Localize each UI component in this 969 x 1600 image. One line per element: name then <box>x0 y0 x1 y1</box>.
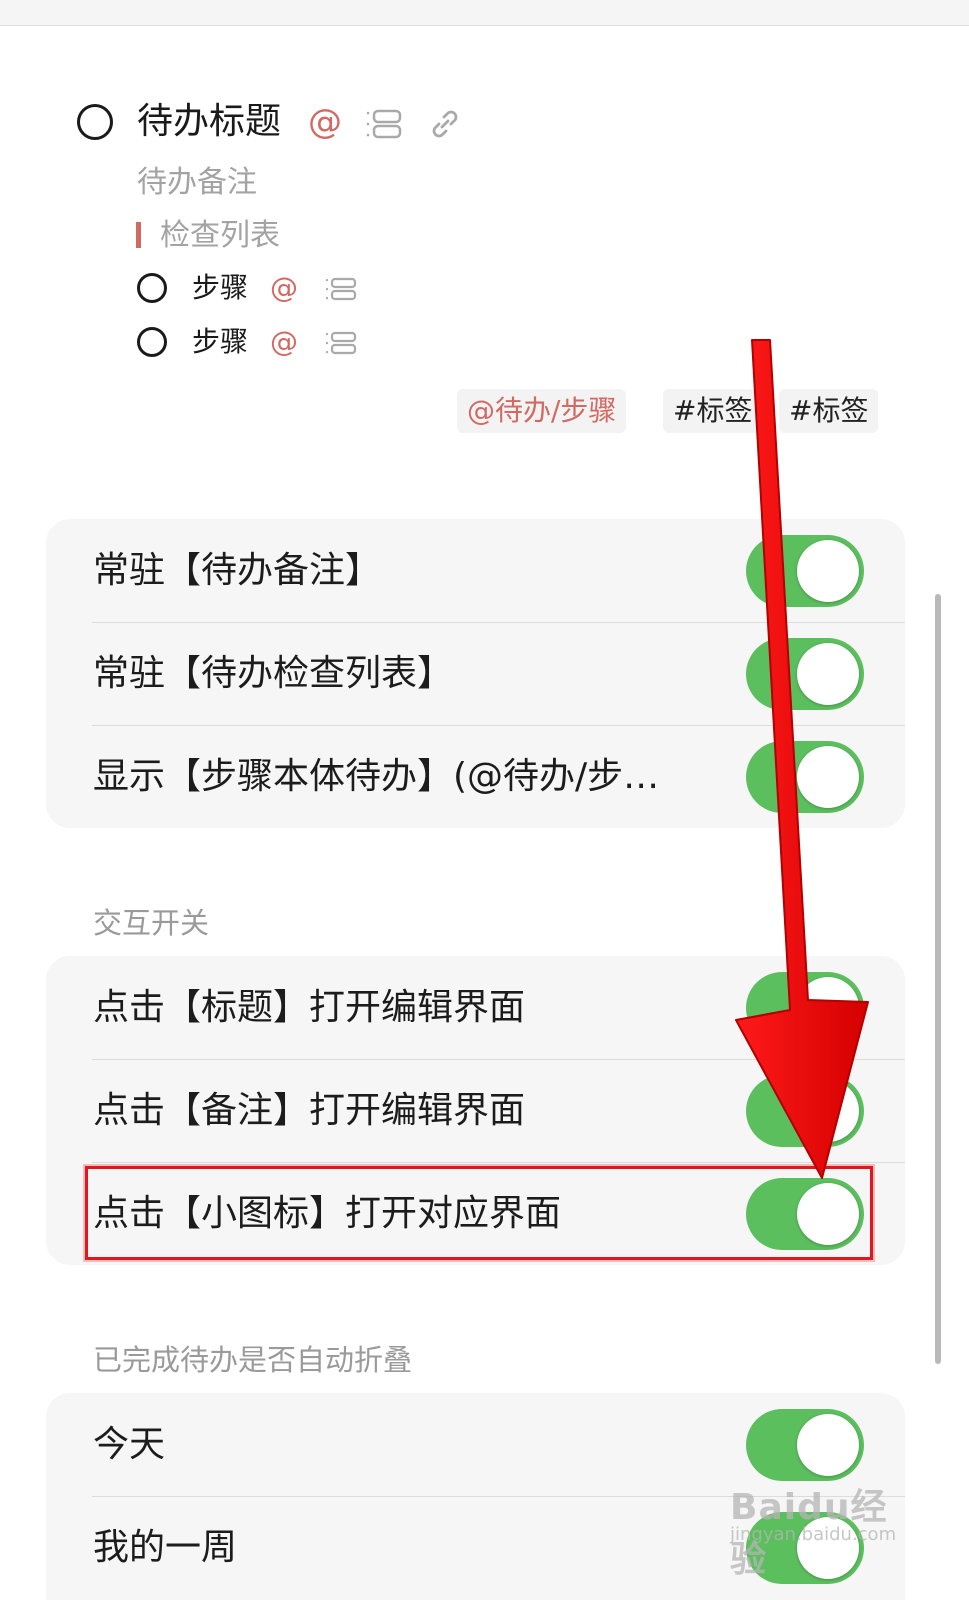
setting-label: 显示【步骤本体待办】(@待办/步… <box>93 756 660 797</box>
toggle-switch[interactable] <box>746 1075 864 1147</box>
setting-label: 点击【小图标】打开对应界面 <box>93 1193 562 1234</box>
setting-row[interactable]: 显示【步骤本体待办】(@待办/步… <box>46 725 905 828</box>
setting-row[interactable]: 点击【小图标】打开对应界面 <box>46 1162 905 1265</box>
setting-row[interactable]: 常驻【待办备注】 <box>46 519 905 622</box>
toggle-switch[interactable] <box>746 638 864 710</box>
setting-label: 点击【备注】打开编辑界面 <box>93 1090 526 1131</box>
setting-label: 我的一周 <box>93 1527 238 1568</box>
tag-chip[interactable]: @待办/步骤 <box>457 389 627 433</box>
list-icon[interactable] <box>325 331 357 355</box>
toggle-knob <box>797 643 859 705</box>
tag-chip[interactable]: #标签 <box>663 389 763 433</box>
mention-icon[interactable]: @ <box>308 100 342 144</box>
todo-checkbox[interactable] <box>77 104 113 140</box>
setting-row[interactable]: 常驻【待办检查列表】 <box>46 622 905 725</box>
step-label: 步骤 <box>192 325 249 358</box>
setting-row[interactable]: 今天 <box>46 1393 905 1496</box>
setting-label: 今天 <box>93 1424 166 1465</box>
setting-row[interactable]: 点击【备注】打开编辑界面 <box>46 1059 905 1162</box>
setting-label: 常驻【待办检查列表】 <box>93 653 454 694</box>
link-icon[interactable] <box>428 107 462 141</box>
tag-chip[interactable]: #标签 <box>779 389 879 433</box>
section-title-auto-collapse: 已完成待办是否自动折叠 <box>93 1343 413 1377</box>
toggle-switch[interactable] <box>746 741 864 813</box>
list-icon[interactable] <box>366 109 402 139</box>
todo-note[interactable]: 待办备注 <box>137 163 257 203</box>
settings-group-interaction: 点击【标题】打开编辑界面 点击【备注】打开编辑界面 点击【小图标】打开对应界面 <box>46 956 905 1265</box>
toggle-knob <box>797 977 859 1039</box>
list-icon[interactable] <box>325 277 357 301</box>
settings-group-auto-collapse: 今天 我的一周 <box>46 1393 905 1600</box>
toggle-knob <box>797 746 859 808</box>
section-title-interaction: 交互开关 <box>93 906 210 940</box>
setting-label: 常驻【待办备注】 <box>93 550 382 591</box>
step-item[interactable]: 步骤 @ <box>137 268 397 308</box>
todo-preview: 待办标题 @ 待办备注 检查列表 步骤 @ 步骤 @ @待办/步骤 #标签 #标… <box>0 0 969 470</box>
toggle-knob <box>797 1183 859 1245</box>
todo-title[interactable]: 待办标题 <box>137 100 281 144</box>
toggle-knob <box>797 1414 859 1476</box>
mention-icon[interactable]: @ <box>270 322 298 362</box>
toggle-switch[interactable] <box>746 972 864 1044</box>
toggle-switch[interactable] <box>746 535 864 607</box>
toggle-switch[interactable] <box>746 1409 864 1481</box>
toggle-knob <box>797 1517 859 1579</box>
toggle-switch[interactable] <box>746 1512 864 1584</box>
setting-label: 点击【标题】打开编辑界面 <box>93 987 526 1028</box>
step-checkbox[interactable] <box>137 273 167 303</box>
settings-group-display: 常驻【待办备注】 常驻【待办检查列表】 显示【步骤本体待办】(@待办/步… <box>46 519 905 828</box>
step-label: 步骤 <box>192 271 249 304</box>
step-checkbox[interactable] <box>137 327 167 357</box>
step-item[interactable]: 步骤 @ <box>137 322 397 362</box>
setting-row[interactable]: 我的一周 <box>46 1496 905 1599</box>
toggle-knob <box>797 1080 859 1142</box>
toggle-knob <box>797 540 859 602</box>
toggle-switch[interactable] <box>746 1178 864 1250</box>
scrollbar[interactable] <box>935 594 941 1364</box>
checklist-label[interactable]: 检查列表 <box>160 216 280 256</box>
checklist-bar <box>136 222 141 248</box>
setting-row[interactable]: 点击【标题】打开编辑界面 <box>46 956 905 1059</box>
mention-icon[interactable]: @ <box>270 268 298 308</box>
